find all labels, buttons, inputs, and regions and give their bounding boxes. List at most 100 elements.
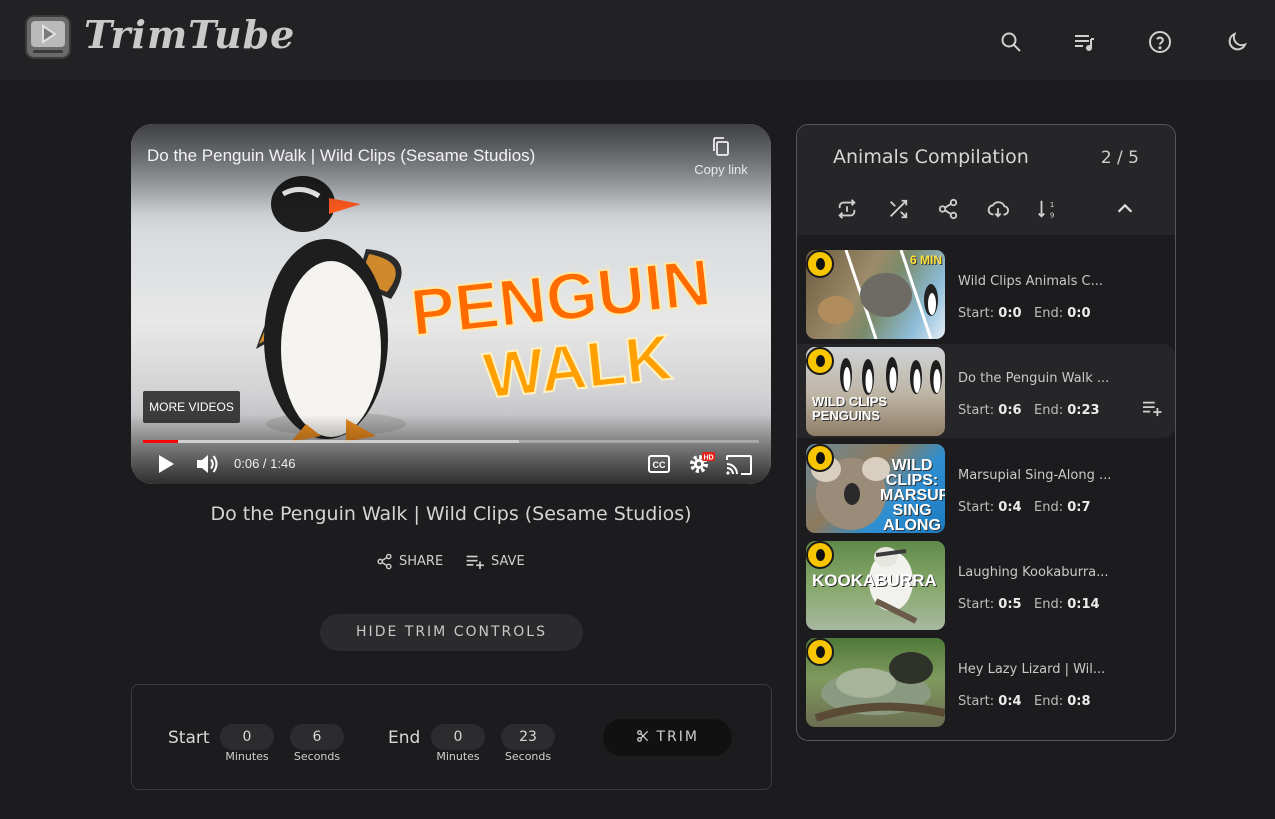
start-label: Start: [958, 403, 995, 418]
end-label: End: [1033, 403, 1064, 418]
progress-bar[interactable] [143, 440, 759, 443]
item-title: Hey Lazy Lizard | Wil... [958, 662, 1106, 677]
copy-link-label: Copy link [694, 162, 748, 177]
more-videos-button[interactable]: MORE VIDEOS [143, 391, 240, 423]
share-playlist-icon[interactable] [937, 198, 959, 220]
item-times: Start: 0:5 End: 0:14 [958, 597, 1100, 612]
progress-played [143, 440, 179, 443]
time-display: 0:06 / 1:46 [234, 456, 296, 471]
item-start: 0:4 [998, 500, 1022, 515]
item-thumbnail: WILD CLIPS: MARSUPIAL SING ALONG [806, 444, 945, 533]
item-end: 0:14 [1067, 597, 1100, 612]
help-icon[interactable] [1148, 30, 1172, 54]
start-label: Start: [958, 500, 995, 515]
playlist-panel: Animals Compilation 2 / 5 1 9 6 MIN Wild… [796, 124, 1176, 741]
end-seconds-field[interactable]: 23 [501, 724, 555, 750]
trim-button[interactable]: TRIM [603, 719, 732, 756]
item-thumbnail: WILD CLIPS PENGUINS [806, 347, 945, 436]
start-label: Start: [958, 597, 995, 612]
start-label: Start [168, 728, 210, 748]
item-title: Wild Clips Animals C... [958, 274, 1103, 289]
trim-controls: Start 0 Minutes 6 Seconds End 0 Minutes … [131, 684, 772, 790]
copy-link-button[interactable]: Copy link [691, 136, 751, 177]
dark-mode-icon[interactable] [1225, 30, 1249, 54]
queue-music-icon[interactable] [1072, 30, 1096, 54]
playlist-item[interactable]: 6 MIN Wild Clips Animals C... Start: 0:0… [797, 247, 1175, 341]
captions-label: CC [653, 460, 666, 470]
channel-badge-icon [806, 541, 834, 569]
player-video-title[interactable]: Do the Penguin Walk | Wild Clips (Sesame… [147, 146, 535, 166]
item-end: 0:8 [1067, 694, 1091, 709]
share-icon [377, 553, 392, 570]
shuffle-icon[interactable] [887, 198, 909, 220]
add-to-queue-icon[interactable] [1141, 399, 1163, 417]
end-seconds-caption: Seconds [504, 750, 552, 763]
item-times: Start: 0:0 End: 0:0 [958, 306, 1091, 321]
item-times: Start: 0:6 End: 0:23 [958, 403, 1100, 418]
item-start: 0:4 [998, 694, 1022, 709]
scissors-icon [637, 730, 649, 742]
start-minutes-caption: Minutes [225, 750, 269, 763]
captions-icon[interactable]: CC [648, 455, 670, 473]
brand-name: TrimTube [84, 12, 296, 57]
end-label: End: [1033, 694, 1064, 709]
progress-buffered [143, 440, 519, 443]
playlist-title: Animals Compilation [833, 146, 1029, 168]
item-start: 0:6 [998, 403, 1022, 418]
start-seconds-caption: Seconds [293, 750, 341, 763]
thumbnail-caption: WILD CLIPS PENGUINS [812, 394, 888, 423]
item-end: 0:0 [1067, 306, 1091, 321]
channel-badge-icon [806, 347, 834, 375]
hide-trim-controls-button[interactable]: HIDE TRIM CONTROLS [320, 614, 583, 651]
item-end: 0:23 [1067, 403, 1100, 418]
video-title: Do the Penguin Walk | Wild Clips (Sesame… [210, 503, 692, 525]
channel-badge-icon [806, 444, 834, 472]
playlist-item[interactable]: Hey Lazy Lizard | Wil... Start: 0:4 End:… [797, 635, 1175, 729]
play-icon[interactable] [157, 454, 175, 474]
app-header: TrimTube [0, 0, 1275, 80]
hd-badge: HD [703, 454, 713, 461]
item-title: Do the Penguin Walk ... [958, 371, 1110, 386]
collapse-chevron-icon[interactable] [1114, 198, 1136, 220]
video-title-art: PENGUIN WALK [406, 244, 715, 404]
playlist-add-icon [466, 555, 484, 569]
item-title: Laughing Kookaburra... [958, 565, 1109, 580]
repeat-icon[interactable] [836, 198, 858, 220]
trimtube-logo[interactable] [24, 14, 72, 60]
search-icon[interactable] [999, 30, 1023, 54]
playlist-item[interactable]: WILD CLIPS: MARSUPIAL SING ALONG Marsupi… [797, 441, 1175, 535]
sort-numeric-icon[interactable]: 1 9 [1036, 198, 1058, 220]
item-thumbnail [806, 638, 945, 727]
start-seconds-field[interactable]: 6 [290, 724, 344, 750]
start-label: Start: [958, 306, 995, 321]
video-player[interactable]: PENGUIN WALK Do the Penguin Walk | Wild … [131, 124, 771, 484]
playlist-position: 2 / 5 [1100, 148, 1139, 168]
end-minutes-caption: Minutes [436, 750, 480, 763]
cloud-download-icon[interactable] [987, 198, 1009, 220]
svg-text:1: 1 [1050, 200, 1055, 209]
share-button[interactable]: SHARE [376, 553, 443, 570]
bottom-shade [131, 414, 771, 484]
thumbnail-caption: KOOKABURRA [812, 571, 937, 590]
settings-icon[interactable]: HD [688, 451, 716, 475]
end-label: End: [1033, 500, 1064, 515]
item-times: Start: 0:4 End: 0:7 [958, 500, 1091, 515]
playlist-item-active[interactable]: WILD CLIPS PENGUINS Do the Penguin Walk … [797, 344, 1175, 438]
cast-icon[interactable] [725, 454, 753, 476]
channel-badge-icon [806, 638, 834, 666]
save-button[interactable]: SAVE [465, 553, 525, 570]
channel-badge-icon [806, 250, 834, 278]
volume-icon[interactable] [194, 452, 220, 476]
top-shade [131, 124, 771, 214]
thumbnail-caption: WILD CLIPS: MARSUPIAL SING ALONG [880, 457, 945, 534]
start-minutes-field[interactable]: 0 [220, 724, 274, 750]
item-start: 0:5 [998, 597, 1022, 612]
svg-text:9: 9 [1050, 210, 1055, 219]
end-label: End: [1033, 306, 1064, 321]
start-label: Start: [958, 694, 995, 709]
item-start: 0:0 [998, 306, 1022, 321]
trim-button-label: TRIM [656, 729, 699, 745]
end-minutes-field[interactable]: 0 [431, 724, 485, 750]
playlist-item[interactable]: KOOKABURRA Laughing Kookaburra... Start:… [797, 538, 1175, 632]
item-title: Marsupial Sing-Along ... [958, 468, 1112, 483]
